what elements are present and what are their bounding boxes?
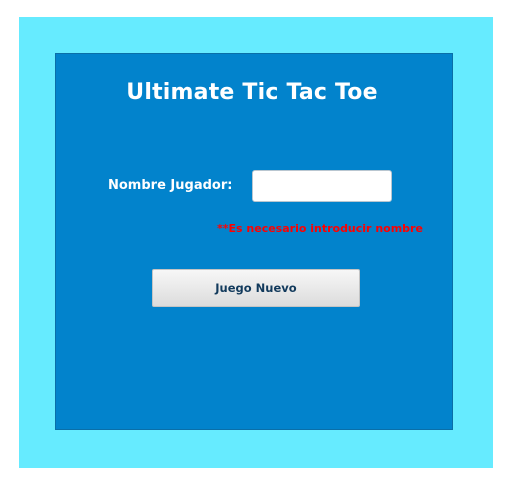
page-title: Ultimate Tic Tac Toe xyxy=(126,80,378,105)
player-name-input[interactable] xyxy=(252,170,392,202)
new-game-button[interactable]: Juego Nuevo xyxy=(152,269,360,307)
outer-frame: Ultimate Tic Tac Toe Nombre Jugador: **E… xyxy=(19,17,493,468)
game-panel: Ultimate Tic Tac Toe Nombre Jugador: **E… xyxy=(55,53,453,430)
player-name-label: Nombre Jugador: xyxy=(108,178,233,193)
name-required-error: **Es necesario introducir nombre xyxy=(217,222,423,235)
